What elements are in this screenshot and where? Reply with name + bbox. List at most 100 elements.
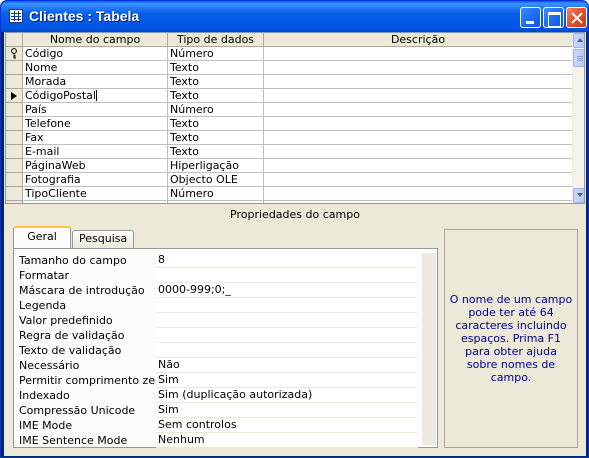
row-selector[interactable] [6,103,23,117]
property-row: IME Mode Sem controlos [19,418,418,433]
property-value-field[interactable]: Não [156,358,418,373]
field-name-cell[interactable]: CódigoPostal [23,89,168,103]
table-row[interactable]: E-mail Texto [6,145,573,159]
property-value-field[interactable] [156,313,418,328]
property-label: Tamanho do campo [19,254,127,267]
table-row[interactable]: País Número [6,103,573,117]
data-type-cell[interactable]: Objecto OLE [168,173,264,187]
property-label: Indexado [19,389,70,402]
scroll-up-arrow-icon[interactable] [573,33,584,48]
row-selector-header[interactable] [6,33,23,47]
field-name-cell[interactable]: Fax [23,131,168,145]
property-row: Valor predefinido [19,313,418,328]
field-name-cell[interactable] [23,201,168,203]
property-row: IME Sentence Mode Nenhum [19,433,418,448]
table-row[interactable]: Telefone Texto [6,117,573,131]
description-cell[interactable] [264,201,573,203]
table-row[interactable]: Fotografia Objecto OLE [6,173,573,187]
row-selector[interactable] [6,47,23,61]
description-cell[interactable] [264,131,573,145]
title-bar[interactable]: Clientes : Tabela [1,1,588,32]
row-pointer-icon [11,92,17,100]
window-client-area: Nome do campo Tipo de dados Descrição Có… [4,32,586,456]
table-row[interactable]: Código Número [6,47,573,61]
scroll-down-arrow-icon[interactable] [573,188,584,203]
table-row[interactable]: PáginaWeb Hiperligação [6,159,573,173]
row-selector[interactable] [6,75,23,89]
field-name-cell[interactable]: Morada [23,75,168,89]
data-type-cell[interactable]: Número [168,187,264,201]
tab-geral[interactable]: Geral [13,226,71,248]
field-name-cell[interactable]: Telefone [23,117,168,131]
scroll-thumb[interactable] [573,49,584,67]
row-selector[interactable] [6,187,23,201]
description-cell[interactable] [264,61,573,75]
help-panel: O nome de um campo pode ter até 64 carac… [444,229,578,448]
field-name-cell[interactable]: E-mail [23,145,168,159]
data-type-cell[interactable]: Número [168,47,264,61]
data-type-cell[interactable]: Texto [168,61,264,75]
property-value-field[interactable]: Sim (duplicação autorizada) [156,388,418,403]
property-value-field[interactable]: 8 [156,253,418,268]
property-value-field[interactable]: Nenhum [156,433,418,448]
data-type-cell[interactable]: Texto [168,131,264,145]
description-cell[interactable] [264,187,573,201]
data-type-cell[interactable] [168,201,264,203]
field-name-cell[interactable]: Fotografia [23,173,168,187]
data-type-cell[interactable]: Hiperligação [168,159,264,173]
description-cell[interactable] [264,159,573,173]
tab-pesquisa[interactable]: Pesquisa [72,230,134,248]
table-row[interactable]: Nome Texto [6,61,573,75]
field-name-cell[interactable]: PáginaWeb [23,159,168,173]
column-header-field-name[interactable]: Nome do campo [23,33,168,47]
property-value-field[interactable]: Sem controlos [156,418,418,433]
table-row[interactable]: TipoCliente Número [6,187,573,201]
data-type-cell[interactable]: Texto [168,89,264,103]
row-selector[interactable] [6,131,23,145]
property-label: Legenda [19,299,67,312]
data-type-cell[interactable]: Texto [168,75,264,89]
maximize-button[interactable] [543,7,564,28]
column-header-data-type[interactable]: Tipo de dados [168,33,264,47]
description-cell[interactable] [264,117,573,131]
table-row[interactable]: Morada Texto [6,75,573,89]
field-name-cell[interactable]: Código [23,47,168,61]
row-selector[interactable] [6,159,23,173]
property-value-field[interactable] [156,328,418,343]
table-icon[interactable] [9,9,23,23]
row-selector[interactable] [6,89,23,103]
data-type-cell[interactable]: Texto [168,117,264,131]
table-row[interactable]: Fax Texto [6,131,573,145]
minimize-button[interactable] [520,7,541,28]
data-type-cell[interactable]: Número [168,103,264,117]
close-button[interactable] [566,7,587,28]
description-cell[interactable] [264,47,573,61]
description-cell[interactable] [264,145,573,159]
column-header-description[interactable]: Descrição [264,33,573,47]
description-cell[interactable] [264,75,573,89]
property-value-field[interactable]: Sim [156,373,418,388]
row-selector[interactable] [6,173,23,187]
grid-vertical-scrollbar[interactable] [572,33,584,203]
property-row: Necessário Não [19,358,418,373]
property-value-field[interactable] [156,343,418,358]
field-name-cell[interactable]: TipoCliente [23,187,168,201]
data-type-cell[interactable]: Texto [168,145,264,159]
property-value-field[interactable] [156,268,418,283]
description-cell[interactable] [264,173,573,187]
field-name-cell[interactable]: País [23,103,168,117]
properties-panel: Tamanho do campo 8 Formatar Máscara de intr… [13,248,438,448]
row-selector[interactable] [6,117,23,131]
table-row-empty[interactable] [6,201,573,203]
row-selector[interactable] [6,201,23,203]
field-name-cell[interactable]: Nome [23,61,168,75]
property-value-field[interactable] [156,298,418,313]
table-row[interactable]: CódigoPostal Texto [6,89,573,103]
description-cell[interactable] [264,89,573,103]
property-value-field[interactable]: Sim [156,403,418,418]
property-row: Máscara de introdução 0000-999;0;_ [19,283,418,298]
row-selector[interactable] [6,145,23,159]
row-selector[interactable] [6,61,23,75]
property-value-field[interactable]: 0000-999;0;_ [156,283,418,298]
description-cell[interactable] [264,103,573,117]
